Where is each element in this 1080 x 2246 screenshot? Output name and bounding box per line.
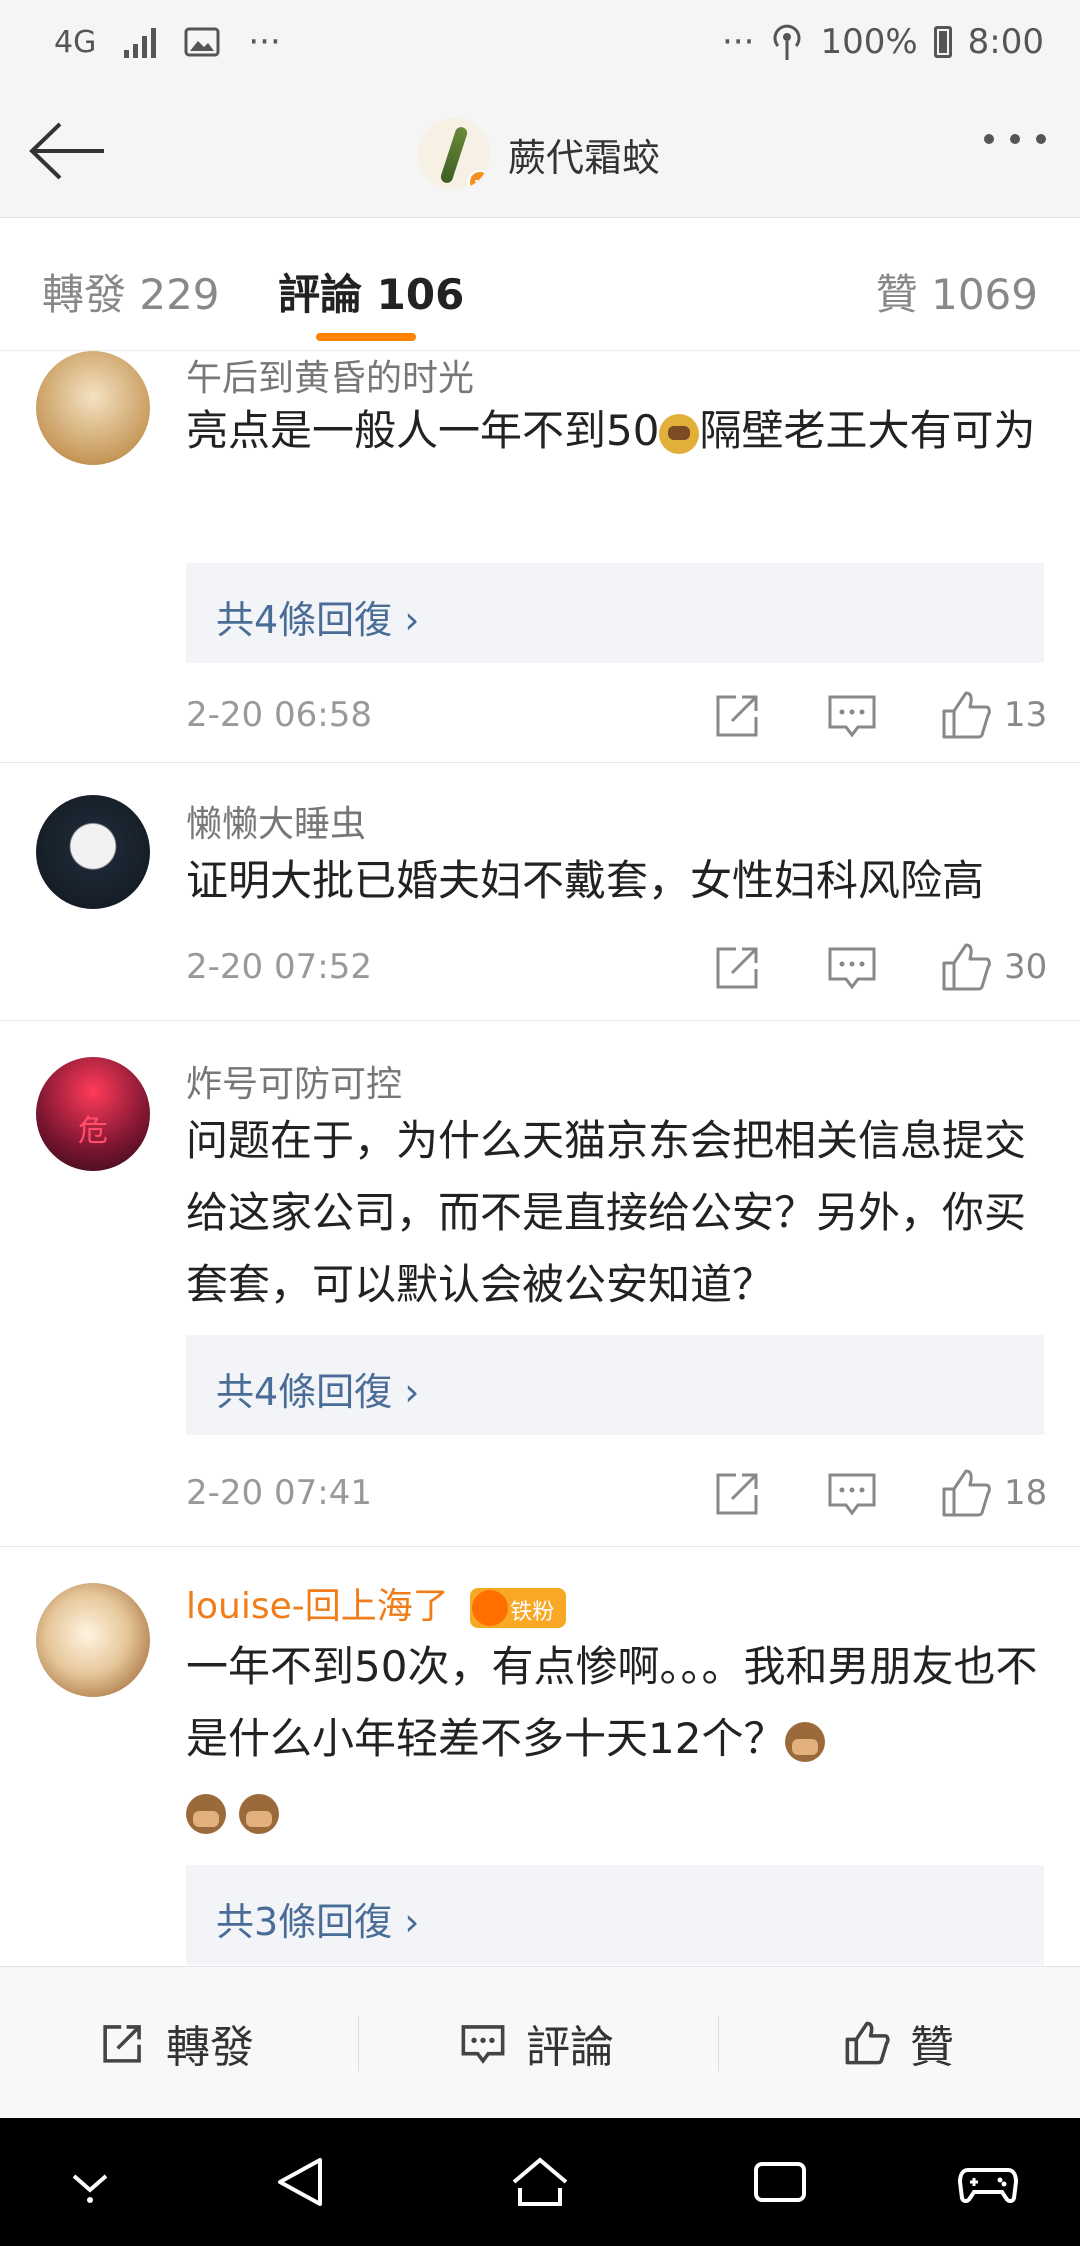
tab-comments[interactable]: 評論 106 [278, 261, 464, 322]
page-title: 蕨代霜蛟 [508, 135, 661, 180]
comment-item: louise-回上海了 铁粉 一年不到50次，有点惨啊。。。我和男朋友也不是什么… [0, 1547, 1080, 1965]
battery-percent: 100% [820, 22, 918, 62]
like-icon [845, 2021, 890, 2065]
comment-text: 一年不到50次，有点惨啊。。。我和男朋友也不是什么小年轻差不多十天12个？ [186, 1631, 1050, 1847]
post-author[interactable]: v 蕨代霜蛟 [418, 118, 660, 190]
comment-text: 问题在于，为什么天猫京东会把相关信息提交给这家公司，而不是直接给公安？另外，你买… [186, 1116, 1027, 1309]
comment-icon [461, 2025, 505, 2064]
verified-badge: v [468, 170, 490, 190]
author-avatar[interactable]: v [418, 118, 490, 190]
comment-date: 2-20 06:58 [186, 695, 372, 735]
more-options-icon[interactable] [984, 134, 1046, 144]
view-replies-button[interactable]: 共3條回復 › [186, 1865, 1044, 1965]
network-type: 4G [54, 24, 97, 60]
share-icon[interactable] [710, 1465, 766, 1521]
doge-emoji-icon [659, 413, 700, 454]
divider [718, 2015, 719, 2071]
comment-meta: 2-20 06:58 13 [186, 687, 1050, 747]
divider [358, 2015, 359, 2071]
commenter-name[interactable]: 炸号可防可控 [186, 1055, 402, 1107]
top-header: v 蕨代霜蛟 [0, 88, 1080, 218]
hide-keyboard-icon[interactable] [60, 2154, 120, 2210]
see-no-evil-monkey-icon [239, 1793, 280, 1834]
like-icon[interactable] [938, 1465, 994, 1521]
commenter-avatar[interactable] [36, 1583, 150, 1697]
comment-date: 2-20 07:52 [186, 947, 372, 987]
back-nav-icon[interactable] [270, 2154, 330, 2210]
comment-date: 2-20 07:41 [186, 1473, 372, 1513]
commenter-avatar[interactable] [36, 795, 150, 909]
repost-icon [103, 2025, 141, 2063]
comment-meta: 2-20 07:41 18 [186, 1465, 1050, 1525]
view-replies-button[interactable]: 共4條回復 › [186, 563, 1044, 663]
crown-icon [472, 1590, 509, 1626]
comment-item: 懒懒大睡虫 证明大批已婚夫妇不戴套，女性妇科风险高 2-20 07:52 30 [0, 763, 1080, 1021]
commenter-name[interactable]: 午后到黄昏的时光 [186, 349, 474, 401]
comment-item: 危 炸号可防可控 问题在于，为什么天猫京东会把相关信息提交给这家公司，而不是直接… [0, 1021, 1080, 1547]
commenter-avatar[interactable]: 危 [36, 1057, 150, 1171]
like-button[interactable]: 贊 [842, 2011, 954, 2075]
comment-text: 亮点是一般人一年不到50 隔壁老王大有可为 [186, 406, 1036, 455]
gallery-icon [184, 27, 220, 57]
commenter-name[interactable]: louise-回上海了 铁粉 [186, 1577, 567, 1629]
share-icon[interactable] [710, 687, 766, 743]
action-bar: 轉發 評論 贊 [0, 1966, 1080, 2118]
system-nav-bar [0, 2118, 1080, 2246]
battery-icon [933, 26, 952, 58]
home-nav-icon[interactable] [510, 2154, 570, 2210]
see-no-evil-monkey-icon [186, 1793, 226, 1834]
tab-bar: 轉發 229 評論 106 贊 1069 [0, 219, 1080, 351]
like-count: 30 [1004, 947, 1048, 987]
active-tab-indicator [316, 333, 416, 341]
like-count: 13 [1004, 695, 1048, 735]
commenter-name[interactable]: 懒懒大睡虫 [186, 795, 366, 847]
status-bar: 4G ··· ··· 100% 8:00 [0, 0, 1080, 88]
hotspot-icon [773, 24, 801, 60]
comment-text: 证明大批已婚夫妇不戴套，女性妇科风险高 [186, 856, 985, 905]
view-replies-button[interactable]: 共4條回復 › [186, 1335, 1044, 1435]
tab-likes[interactable]: 贊 1069 [876, 261, 1038, 322]
comment-item: 午后到黄昏的时光 亮点是一般人一年不到50 隔壁老王大有可为 共4條回復 › 2-… [0, 351, 1080, 763]
share-icon[interactable] [710, 939, 766, 995]
more-notifications-icon: ··· [248, 22, 281, 62]
repost-button[interactable]: 轉發 [98, 2011, 254, 2075]
clock: 8:00 [967, 22, 1044, 62]
comment-meta: 2-20 07:52 30 [186, 939, 1050, 999]
comment-button[interactable]: 評論 [458, 2011, 614, 2075]
fan-badge: 铁粉 [470, 1588, 567, 1628]
more-status-icon: ··· [722, 22, 755, 62]
like-icon[interactable] [938, 687, 994, 743]
signal-icon [124, 26, 157, 58]
see-no-evil-monkey-icon [785, 1721, 826, 1762]
commenter-avatar[interactable] [36, 351, 150, 465]
comment-icon[interactable] [824, 687, 880, 743]
comment-icon[interactable] [824, 939, 880, 995]
tab-reposts[interactable]: 轉發 229 [42, 261, 220, 322]
game-controller-icon[interactable] [958, 2154, 1018, 2210]
recents-nav-icon[interactable] [750, 2154, 810, 2210]
like-icon[interactable] [938, 939, 994, 995]
comment-icon[interactable] [824, 1465, 880, 1521]
like-count: 18 [1004, 1473, 1048, 1513]
back-arrow-icon[interactable] [24, 116, 114, 186]
